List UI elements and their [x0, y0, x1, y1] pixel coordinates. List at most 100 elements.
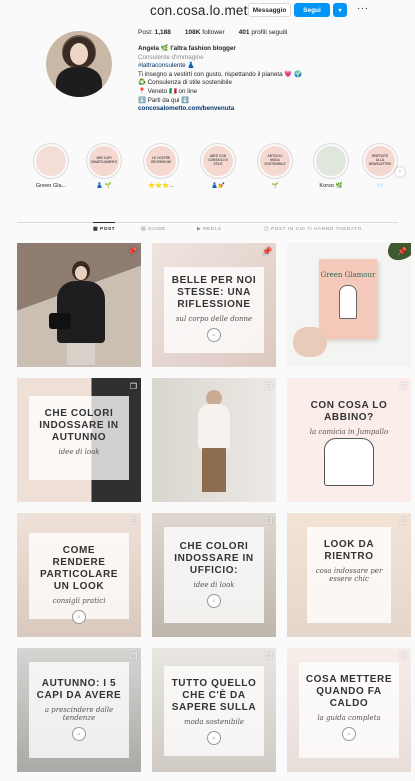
pin-icon: 📌 [262, 247, 272, 256]
fashion-photo-figure [194, 390, 234, 496]
highlight-cover [313, 143, 349, 179]
bio-line: 📍 Veneto 🇮🇹 on line [138, 87, 198, 95]
shirt-illustration [324, 438, 374, 486]
post-thumbnail[interactable]: LOOK DA RIENTRO cosa indossare per esser… [287, 513, 411, 637]
dress-illustration [339, 285, 357, 319]
bio-hashtag[interactable]: #laltraconsulente 👗 [138, 62, 368, 71]
carousel-icon: ❐ [129, 652, 137, 661]
highlight-cover-text: ABITI CON CONSIGLI DI STILE [203, 146, 233, 176]
highlight-item[interactable]: Green Gla... [26, 143, 76, 189]
brand-logo-icon: ⌂ [207, 594, 221, 608]
posts-stat-label: Post: [138, 29, 153, 36]
highlight-item[interactable]: MIEI CAPI SMARTUAMENTI 👗 🌱 [79, 143, 129, 189]
follow-button[interactable]: Segui [294, 3, 330, 17]
post-subtitle: idee di look [193, 581, 235, 589]
post-title: AUTUNNO: I 5 CAPI DA AVERE [36, 678, 122, 701]
tab-tagged[interactable]: ◫ POST IN CUI TI HANNO TAGGATO [264, 227, 362, 232]
post-subtitle: sul corpo delle donne [175, 315, 253, 323]
message-button[interactable]: Messaggio [248, 3, 291, 17]
fashion-photo-figure [49, 261, 105, 365]
more-options-icon[interactable]: ··· [357, 3, 369, 14]
post-thumbnail[interactable]: Green Glamour 📌 [287, 243, 411, 367]
post-text-card: CHE COLORI INDOSSARE IN UFFICIO: idee di… [164, 527, 264, 623]
post-subtitle: consigli pratici [52, 597, 106, 605]
post-title: LOOK DA RIENTRO [323, 539, 375, 562]
carousel-icon: ❐ [264, 382, 272, 391]
bio-website-link[interactable]: concosalometto.com/benvenuta [138, 105, 368, 114]
highlight-item[interactable]: ARTICOLI MODA SOSTENIBILE 🌱 [250, 143, 300, 189]
carousel-icon: ❐ [264, 517, 272, 526]
highlight-item[interactable]: Korso 🌿 [306, 143, 356, 189]
suggested-accounts-button[interactable]: ▾ [333, 3, 347, 17]
followers-stat[interactable]: 108K follower [185, 29, 225, 36]
profile-header: con.cosa.lo.metto Messaggio Segui ▾ ··· … [0, 0, 415, 140]
post-thumbnail[interactable]: ❐ [152, 378, 276, 502]
tab-posts[interactable]: ▦ POST [93, 222, 116, 232]
post-text-card: COME RENDERE PARTICOLARE UN LOOK consigl… [29, 533, 129, 624]
post-title: CHE COLORI INDOSSARE IN UFFICIO: [174, 541, 254, 576]
posts-count: 1,188 [154, 29, 171, 36]
post-title: CHE COLORI INDOSSARE IN AUTUNNO [39, 408, 119, 443]
tab-guides-label: GUIDE [148, 227, 166, 232]
carousel-icon: ❐ [264, 652, 272, 661]
profile-bio: Angela 🌿 l'altra fashion blogger Consule… [138, 45, 368, 114]
following-label: profili seguiti [251, 29, 288, 36]
post-thumbnail[interactable]: 📌 [17, 243, 141, 367]
post-thumbnail[interactable]: CON COSA LO ABBINO? la camicia in Jumpal… [287, 378, 411, 502]
post-thumbnail[interactable]: COSA METTERE QUANDO FA CALDO la guida co… [287, 648, 411, 772]
book-title: Green Glamour [320, 271, 376, 279]
profile-avatar[interactable] [46, 31, 112, 97]
followers-label: follower [202, 29, 225, 36]
highlight-label: Green Gla... [35, 183, 67, 189]
bio-category: Consulente d'immagine [138, 53, 204, 61]
posts-stat: Post: 1,188 [138, 29, 171, 36]
post-subtitle: idee di look [58, 448, 100, 456]
highlight-cover: RISPOSTE ALLA NEWSLETTER [362, 143, 398, 179]
profile-stats: Post: 1,188 108K follower 401 profili se… [138, 29, 287, 36]
figure-trousers [202, 448, 226, 492]
chevron-right-icon[interactable]: › [395, 167, 405, 177]
post-subtitle: moda sostenibile [184, 718, 244, 726]
profile-username: con.cosa.lo.metto [150, 3, 260, 18]
tab-reels[interactable]: ▶ REELS [197, 227, 221, 232]
post-thumbnail[interactable]: TUTTO QUELLO CHE C'È DA SAPERE SULLA mod… [152, 648, 276, 772]
highlight-cover-text [316, 146, 346, 176]
figure-legs [67, 343, 95, 365]
brand-logo-icon: ⌂ [72, 727, 86, 741]
guide-icon: ▤ [141, 227, 147, 232]
tab-guides[interactable]: ▤ GUIDE [141, 227, 166, 232]
figure-shirt [198, 404, 230, 450]
post-subtitle: a prescindere dalle tendenze [44, 706, 114, 722]
post-thumbnail[interactable]: BELLE PER NOI STESSE: UNA RIFLESSIONE su… [152, 243, 276, 367]
highlight-label: ⭐⭐⭐... [148, 183, 174, 189]
highlight-cover-text: MIEI CAPI SMARTUAMENTI [89, 146, 119, 176]
post-text-card: COSA METTERE QUANDO FA CALDO la guida co… [299, 662, 399, 758]
following-count: 401 [238, 29, 250, 36]
reels-icon: ▶ [197, 227, 202, 232]
profile-tabs: ▦ POST ▤ GUIDE ▶ REELS ◫ POST IN CUI TI … [17, 222, 398, 236]
highlight-item[interactable]: ABITI CON CONSIGLI DI STILE 👗💅 [193, 143, 243, 189]
chevron-down-icon: ▾ [338, 7, 342, 14]
post-thumbnail[interactable]: AUTUNNO: I 5 CAPI DA AVERE a prescindere… [17, 648, 141, 772]
following-stat[interactable]: 401 profili seguiti [239, 29, 288, 36]
post-title: COME RENDERE PARTICOLARE UN LOOK [39, 545, 119, 592]
pin-icon: 📌 [127, 247, 137, 256]
post-text-card: TUTTO QUELLO CHE C'È DA SAPERE SULLA mod… [164, 666, 264, 756]
post-title: BELLE PER NOI STESSE: UNA RIFLESSIONE [171, 275, 257, 310]
post-subtitle: la camicia in Jumpallo [309, 428, 389, 436]
brand-logo-icon: ⌂ [207, 328, 221, 342]
bio-line: ♻️ Consulenza di stile sostenibile [138, 79, 232, 87]
post-title: TUTTO QUELLO CHE C'È DA SAPERE SULLA [171, 678, 257, 713]
post-thumbnail[interactable]: CHE COLORI INDOSSARE IN AUTUNNO idee di … [17, 378, 141, 502]
highlight-item[interactable]: RISPOSTE ALLA NEWSLETTER 📨 [355, 143, 405, 189]
tab-posts-label: POST [100, 227, 116, 232]
post-thumbnail[interactable]: COME RENDERE PARTICOLARE UN LOOK consigl… [17, 513, 141, 637]
post-subtitle: la guida completa [317, 714, 381, 722]
highlight-label: 👗💅 [211, 183, 225, 189]
figure-face [75, 266, 87, 280]
post-title: CON COSA LO ABBINO? [310, 400, 388, 423]
highlight-item[interactable]: LE VOSTRE RECENSIONI ⭐⭐⭐... [136, 143, 186, 189]
post-thumbnail[interactable]: CHE COLORI INDOSSARE IN UFFICIO: idee di… [152, 513, 276, 637]
highlight-cover: ABITI CON CONSIGLI DI STILE [200, 143, 236, 179]
post-text-card: LOOK DA RIENTRO cosa indossare per esser… [307, 527, 391, 623]
